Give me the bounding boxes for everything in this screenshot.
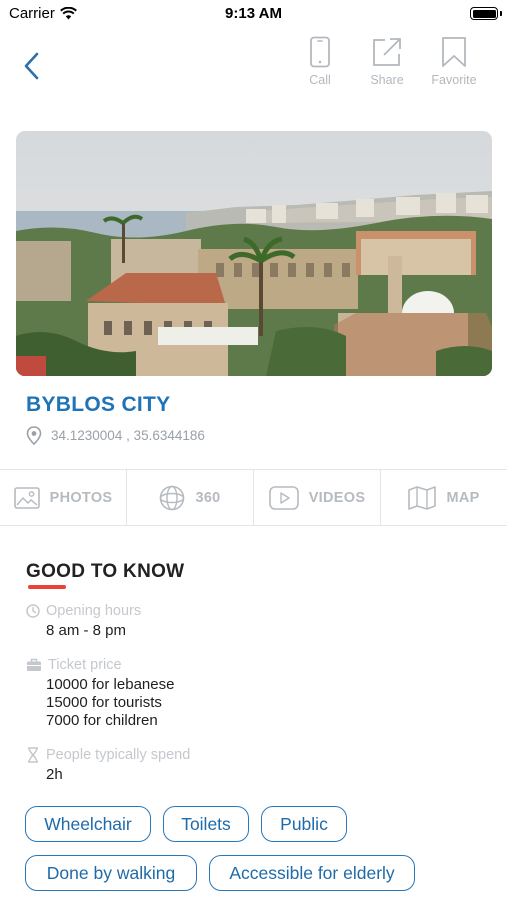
coordinates-row: 34.1230004 , 35.6344186 — [26, 426, 205, 445]
map-icon — [408, 485, 437, 510]
tab-videos-label: VIDEOS — [308, 489, 366, 506]
tab-photos-label: PHOTOS — [49, 489, 113, 506]
briefcase-icon — [27, 658, 41, 671]
call-label: Call — [309, 73, 331, 87]
tab-360[interactable]: 360 — [127, 470, 254, 525]
tag-chip-accessible-for-elderly[interactable]: Accessible for elderly — [209, 855, 415, 891]
time-spent-label: People typically spend — [46, 747, 191, 763]
share-button[interactable]: Share — [357, 36, 417, 96]
video-play-icon — [268, 485, 299, 510]
tag-chip-wheelchair[interactable]: Wheelchair — [25, 806, 151, 842]
phone-icon — [310, 36, 330, 68]
ticket-price-line: 7000 for children — [46, 712, 158, 729]
place-title: BYBLOS CITY — [26, 393, 171, 416]
tag-chip-done-by-walking[interactable]: Done by walking — [25, 855, 197, 891]
opening-hours-label: Opening hours — [46, 603, 142, 619]
photo-icon — [13, 486, 40, 509]
ticket-price-label: Ticket price — [48, 657, 122, 673]
tab-360-label: 360 — [195, 489, 221, 506]
coordinates-text: 34.1230004 , 35.6344186 — [51, 428, 205, 443]
share-label: Share — [370, 73, 404, 87]
hourglass-icon — [28, 747, 38, 763]
bookmark-icon — [442, 37, 466, 67]
ticket-price-line: 10000 for lebanese — [46, 676, 175, 693]
clock-icon — [26, 604, 40, 618]
opening-hours-value: 8 am - 8 pm — [46, 622, 127, 639]
opening-hours-block: Opening hours 8 am - 8 pm — [26, 602, 141, 640]
time-spent-value: 2h — [46, 766, 63, 783]
back-button[interactable] — [16, 48, 46, 84]
chevron-left-icon — [24, 52, 39, 80]
call-button[interactable]: Call — [290, 36, 350, 96]
favorite-button[interactable]: Favorite — [424, 36, 484, 96]
battery-icon — [470, 7, 498, 20]
globe-360-icon — [160, 485, 185, 510]
ticket-price-line: 15000 for tourists — [46, 694, 162, 711]
share-icon — [373, 38, 401, 66]
tab-videos[interactable]: VIDEOS — [254, 470, 381, 525]
time-spent-block: People typically spend 2h — [26, 746, 190, 784]
media-tabs: PHOTOS 360 VIDEOS MAP — [0, 469, 507, 526]
ticket-price-block: Ticket price 10000 for lebanese 15000 fo… — [26, 656, 174, 730]
section-title-underline — [28, 585, 66, 589]
tab-map-label: MAP — [446, 489, 480, 506]
tag-chip-public[interactable]: Public — [261, 806, 347, 842]
status-time: 9:13 AM — [225, 5, 282, 22]
place-photo[interactable] — [16, 131, 492, 376]
city-photo-illustration — [16, 131, 492, 376]
tab-photos[interactable]: PHOTOS — [0, 470, 127, 525]
tag-chip-toilets[interactable]: Toilets — [163, 806, 249, 842]
status-bar: Carrier 9:13 AM — [0, 0, 507, 28]
section-title-good-to-know: GOOD TO KNOW — [26, 561, 185, 582]
tab-map[interactable]: MAP — [381, 470, 507, 525]
favorite-label: Favorite — [431, 73, 477, 87]
location-pin-icon — [26, 426, 42, 445]
